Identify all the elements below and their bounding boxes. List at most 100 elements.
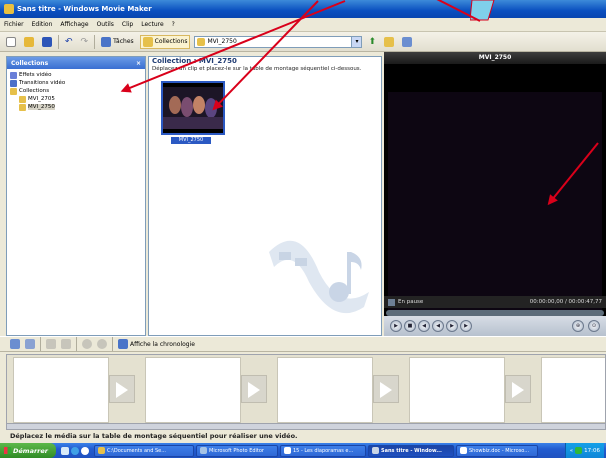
star-icon <box>10 71 17 79</box>
rewind-storyboard-icon[interactable] <box>82 339 92 349</box>
menu-fichier[interactable]: Fichier <box>4 21 24 28</box>
desktop-icon[interactable] <box>61 446 69 455</box>
collection-select-value: MVI_2750 <box>207 38 237 45</box>
menu-lecture[interactable]: Lecture <box>141 21 163 28</box>
menu-edition[interactable]: Edition <box>32 21 53 28</box>
chevron-down-icon[interactable]: ▾ <box>351 36 362 47</box>
storyboard[interactable] <box>6 354 606 430</box>
tree-item-video-effects[interactable]: Effets vidéo <box>10 71 142 79</box>
storyboard-cell[interactable] <box>409 357 505 423</box>
transition-icon <box>10 79 17 87</box>
new-folder-icon <box>384 36 395 47</box>
folder-icon <box>10 87 17 95</box>
toolbar-separator <box>76 337 77 351</box>
storyboard-cell[interactable] <box>145 357 241 423</box>
collections-header: Collections × <box>7 57 145 69</box>
play-button[interactable]: ▶ <box>390 320 402 332</box>
system-tray: « 17:06 <box>564 443 604 458</box>
taskbar-item-movie-maker[interactable]: Sans titre - Window... <box>368 444 454 457</box>
narrate-icon[interactable] <box>25 339 35 349</box>
toolbar-separator <box>40 337 41 351</box>
transition-slot[interactable] <box>109 375 135 403</box>
tree-label: Transitions vidéo <box>19 80 66 86</box>
collections-panel: Collections × Effets vidéo Transitions v… <box>6 56 146 336</box>
menu-affichage[interactable]: Affichage <box>60 21 88 28</box>
play-storyboard-icon[interactable] <box>97 339 107 349</box>
rewind-button[interactable]: ◀ <box>432 320 444 332</box>
browser-icon[interactable] <box>71 446 79 455</box>
open-project-button[interactable] <box>22 35 36 49</box>
tray-chevron-icon[interactable]: « <box>570 448 573 454</box>
taskbar-item-word-diaporamas[interactable]: 15 - Les diaporamas e... <box>280 444 366 457</box>
menu-help[interactable]: ? <box>172 21 175 28</box>
windows-logo-icon <box>4 447 11 454</box>
taskbar-item-label: C:\Documents and Se... <box>107 447 166 454</box>
toolbar-separator <box>58 34 59 49</box>
new-project-button[interactable] <box>4 35 18 49</box>
quick-launch <box>58 446 92 455</box>
playback-controls: ▶ ■ ◀ ◀ ▶ ▶ ⊕ ⊙ <box>384 316 606 336</box>
collections-label: Collections <box>154 38 188 45</box>
transition-slot[interactable] <box>373 375 399 403</box>
save-project-button[interactable] <box>40 35 54 49</box>
taskbar-item-explorer[interactable]: C:\Documents and Se... <box>94 444 194 457</box>
forward-button[interactable]: ▶ <box>446 320 458 332</box>
stop-button[interactable]: ■ <box>404 320 416 332</box>
taskbar: Démarrer C:\Documents and Se... Microsof… <box>0 443 606 458</box>
playback-state: En pause <box>388 298 423 306</box>
word-icon <box>284 447 291 454</box>
view-button[interactable] <box>400 35 414 49</box>
storyboard-scrollbar[interactable] <box>7 423 605 429</box>
undo-button[interactable]: ↶ <box>63 35 75 49</box>
collections-header-title: Collections <box>11 59 49 67</box>
folder-icon <box>98 447 105 454</box>
tasks-label: Tâches <box>113 38 134 45</box>
snapshot-button[interactable]: ⊙ <box>588 320 600 332</box>
transition-slot[interactable] <box>241 375 267 403</box>
tree-label: MVI_2705 <box>28 96 55 102</box>
taskbar-item-label: Microsoft Photo Editor <box>209 447 264 454</box>
storyboard-cell[interactable] <box>541 357 605 423</box>
playback-time: 00:00:00,00 / 00:00:47,77 <box>529 299 602 305</box>
collections-button[interactable]: Collections <box>139 34 191 49</box>
storyboard-cell[interactable] <box>277 357 373 423</box>
storyboard-hint: Déplacez le média sur la table de montag… <box>10 432 298 440</box>
storyboard-icon[interactable] <box>10 339 20 349</box>
taskbar-item-photo-editor[interactable]: Microsoft Photo Editor <box>196 444 278 457</box>
tree-item-mvi-2750[interactable]: MVI_2750 <box>10 103 142 111</box>
show-timeline-button[interactable]: Affiche la chronologie <box>118 339 195 349</box>
up-button[interactable]: ⬆ <box>366 35 378 49</box>
menu-clip[interactable]: Clip <box>122 21 133 28</box>
toolbar-separator <box>112 337 113 351</box>
close-icon[interactable]: × <box>136 60 141 67</box>
taskbar-item-label: Sans titre - Window... <box>381 447 442 454</box>
storyboard-cell[interactable] <box>13 357 109 423</box>
media-icon[interactable] <box>81 446 89 455</box>
clock: 17:06 <box>584 447 600 454</box>
zoom-in-icon[interactable] <box>46 339 56 349</box>
folder-icon <box>19 95 26 103</box>
folder-icon <box>19 103 26 111</box>
taskbar-item-label: Showbiz.doc - Microso... <box>469 447 530 454</box>
redo-button[interactable]: ↷ <box>79 35 91 49</box>
zoom-out-icon[interactable] <box>61 339 71 349</box>
new-collection-button[interactable] <box>382 35 396 49</box>
show-timeline-label: Affiche la chronologie <box>130 340 195 348</box>
toolbar-separator <box>94 34 96 49</box>
taskbar-item-showbiz[interactable]: Showbiz.doc - Microso... <box>456 444 538 457</box>
transition-slot[interactable] <box>505 375 531 403</box>
network-icon[interactable] <box>575 447 583 454</box>
split-button[interactable]: ⊕ <box>572 320 584 332</box>
menu-outils[interactable]: Outils <box>97 21 114 28</box>
app-icon <box>4 4 14 14</box>
collection-pane: Collection : MVI_2750 Déplacez un clip e… <box>148 56 382 336</box>
previous-button[interactable]: ◀ <box>418 320 430 332</box>
next-button[interactable]: ▶ <box>460 320 472 332</box>
clip-name[interactable]: MVI_2750 <box>171 137 211 144</box>
new-document-icon <box>6 36 16 47</box>
timeline-icon <box>118 339 128 349</box>
tasks-button[interactable]: Tâches <box>99 35 136 49</box>
up-arrow-icon: ⬆ <box>368 36 377 47</box>
start-button[interactable]: Démarrer <box>0 443 56 458</box>
menu-bar: Fichier Edition Affichage Outils Clip Le… <box>0 18 606 32</box>
